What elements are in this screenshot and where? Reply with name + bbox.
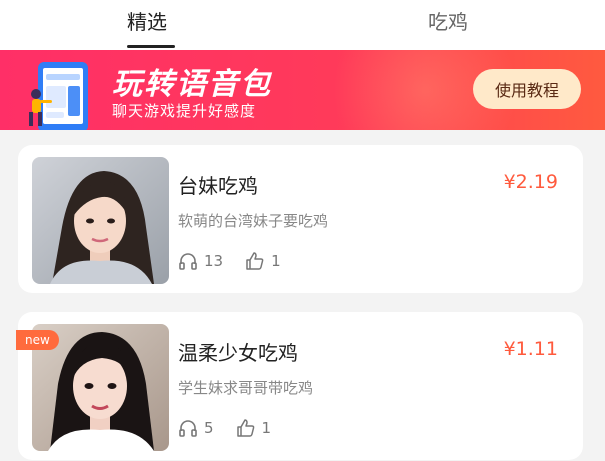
active-tab-indicator bbox=[127, 45, 175, 48]
tab-chicken[interactable]: 吃鸡 bbox=[428, 6, 468, 35]
list-item[interactable]: new 温柔少女吃鸡 ¥1.11 学生妹求哥哥带吃鸡 5 1 bbox=[16, 312, 583, 460]
headphones-icon bbox=[179, 420, 197, 437]
item-description: 软萌的台湾妹子要吃鸡 bbox=[178, 212, 329, 230]
tutorial-button[interactable]: 使用教程 bbox=[473, 69, 581, 109]
banner-subtitle: 聊天游戏提升好感度 bbox=[112, 102, 257, 120]
banner-title: 玩转语音包 bbox=[112, 67, 272, 102]
top-tab-bar: 精选 吃鸡 bbox=[0, 0, 605, 50]
item-description: 学生妹求哥哥带吃鸡 bbox=[178, 379, 314, 397]
thumbs-up-icon[interactable] bbox=[245, 251, 265, 271]
voice-pack-thumbnail bbox=[32, 157, 169, 284]
item-price: ¥1.11 bbox=[503, 338, 558, 360]
item-title: 台妹吃鸡 bbox=[178, 174, 258, 198]
phone-illustration bbox=[29, 62, 88, 130]
tab-featured[interactable]: 精选 bbox=[127, 6, 167, 35]
thumbs-up-icon[interactable] bbox=[236, 418, 256, 438]
new-badge: new bbox=[16, 330, 59, 350]
list-item[interactable]: 台妹吃鸡 ¥2.19 软萌的台湾妹子要吃鸡 13 1 bbox=[18, 145, 583, 293]
item-price: ¥2.19 bbox=[503, 171, 558, 193]
item-title: 温柔少女吃鸡 bbox=[178, 341, 298, 365]
like-count: 1 bbox=[261, 419, 272, 437]
headphones-icon bbox=[179, 253, 197, 270]
like-count: 1 bbox=[271, 252, 281, 270]
listen-count: 13 bbox=[204, 252, 224, 270]
listen-count: 5 bbox=[204, 419, 214, 437]
promo-banner[interactable]: 玩转语音包 聊天游戏提升好感度 使用教程 bbox=[0, 50, 605, 130]
item-stats: 13 1 bbox=[178, 251, 281, 271]
item-stats: 5 1 bbox=[178, 418, 271, 438]
